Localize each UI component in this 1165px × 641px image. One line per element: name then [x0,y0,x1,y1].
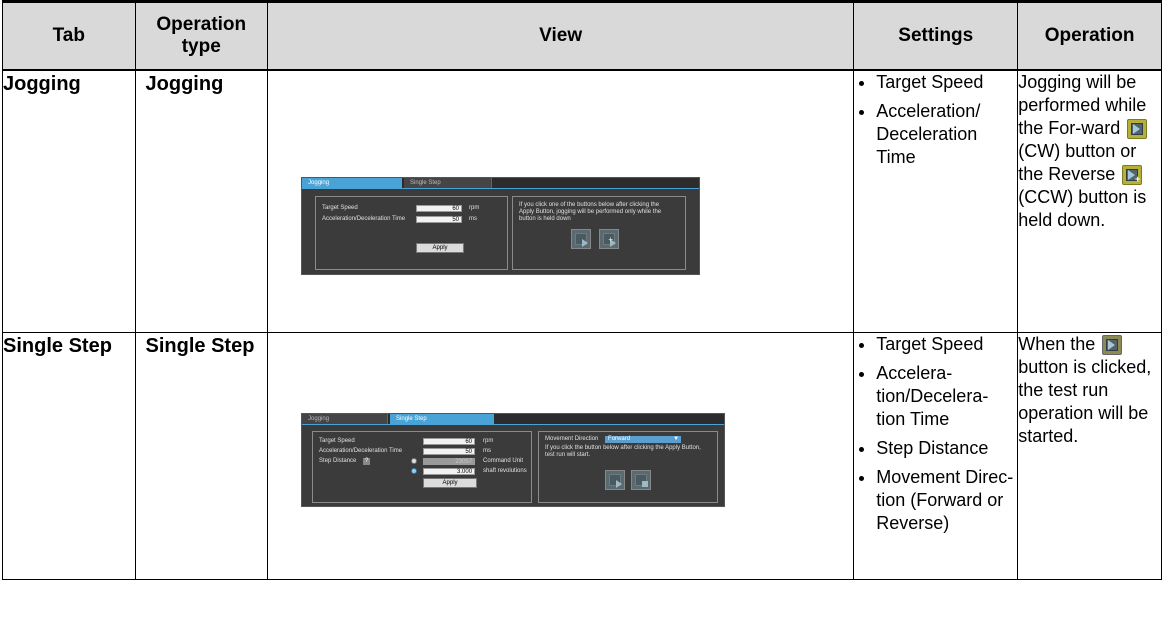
test-run-table: Tab Operation type View Settings Operati… [2,0,1162,580]
forward-icon [1127,119,1148,140]
help-icon[interactable]: ? [363,457,371,465]
apply-button[interactable]: Apply [423,477,478,488]
operation-type-cell: Single Step [134,331,269,580]
settings-cell-jogging: Target Speed Acceleration/ Deceleration … [853,69,1019,333]
header-operation-type: Operation type [134,0,269,71]
target-speed-input[interactable]: 60 [416,205,463,212]
jog-info-text: If you click one of the buttons below af… [519,202,662,222]
list-item: Movement Direc-tion (Forward or Reverse) [876,466,1017,535]
start-icon [1102,334,1123,355]
direction-box: Movement Direction Forward ▼ If you clic… [538,430,719,503]
operation-cell-single-step: When the button is clicked, the test run… [1017,331,1162,580]
jog-reverse-button[interactable]: + [599,229,620,249]
step-info-text: If you click the button below after clic… [545,444,701,458]
step-distance-label: Step Distance [319,457,357,464]
header-view: View [267,0,855,71]
apply-button[interactable]: Apply [416,243,465,253]
view-cell-single-step: Jogging Single Step Target Speed 60 rpm … [267,331,855,580]
header-tab: Tab [2,0,136,71]
operation-text-2: (CW) button or the Reverse [1018,141,1137,184]
tab-cell: Jogging [2,69,136,333]
step-unit-revolutions: shaft revolutions [483,467,527,474]
target-speed-unit: rpm [483,437,494,444]
header-row: Tab Operation type View Settings Operati… [2,0,1162,71]
operation-type-cell: Jogging [134,69,269,333]
settings-box: Target Speed 60 rpm Acceleration/Deceler… [312,430,533,503]
operation-text-3: (CCW) button is held down. [1018,187,1147,230]
step-unit-radio-revolutions[interactable] [411,467,418,474]
chevron-down-icon: ▼ [673,435,680,442]
jogging-panel: Jogging Single Step Target Speed 60 rpm … [301,177,701,275]
direction-value: Forward [608,435,631,442]
direction-select[interactable]: Forward ▼ [605,435,682,443]
step-start-button[interactable] [605,469,626,490]
panel-tabbar: Jogging Single Step [302,178,700,189]
panel-tabbar: Jogging Single Step [302,413,725,425]
header-settings: Settings [853,0,1019,71]
tab-single-step[interactable]: Single Step [390,413,495,424]
settings-list: Target Speed Acceleration/ Deceleration … [854,71,1017,169]
tab-cell: Single Step [2,331,136,580]
accel-label: Acceleration/Deceleration Time [322,216,406,222]
tab-single-step[interactable]: Single Step [404,178,493,188]
list-item: Step Distance [876,437,1017,460]
step-unit-command: Command Unit [483,457,524,464]
direction-label: Movement Direction [545,435,599,442]
reverse-icon: + [1122,165,1143,186]
accel-unit: ms [469,216,478,222]
target-speed-input[interactable]: 60 [423,437,476,445]
stop-icon [635,473,649,487]
target-speed-unit: rpm [469,205,480,211]
header-operation: Operation [1017,0,1162,71]
settings-cell-single-step: Target Speed Accelera-tion/Decelera-tion… [853,331,1019,580]
step-unit-radio-command[interactable] [411,457,418,464]
view-cell-jogging: Jogging Single Step Target Speed 60 rpm … [267,69,855,333]
list-item: Target Speed [876,71,1017,94]
jog-forward-button[interactable] [571,229,592,249]
operation-cell-jogging: Jogging will be performed while the For-… [1017,69,1162,333]
accel-unit: ms [483,447,492,454]
operation-text-1: When the [1018,333,1096,354]
tab-jogging[interactable]: Jogging [302,178,403,188]
step-distance-revolutions-input[interactable]: 3.000 [423,467,476,475]
single-step-panel: Jogging Single Step Target Speed 60 rpm … [301,412,726,507]
accel-label: Acceleration/Deceleration Time [319,447,403,454]
step-distance-command-input: 23057 [423,457,476,465]
target-speed-label: Target Speed [322,205,358,211]
jog-reverse-icon: + [603,233,617,247]
jog-box: If you click one of the buttons below af… [512,196,687,270]
accel-input[interactable]: 50 [416,216,463,223]
settings-list: Target Speed Accelera-tion/Decelera-tion… [854,333,1017,535]
table-row-single-step: Single Step Single Step Jogging Single S… [2,331,1162,580]
step-stop-button[interactable] [631,469,652,490]
table-row-jogging: Jogging Jogging Jogging Single Step Targ… [2,69,1162,333]
play-icon [609,473,623,488]
list-item: Accelera-tion/Decelera-tion Time [876,362,1017,431]
accel-input[interactable]: 50 [423,447,476,455]
settings-box: Target Speed 60 rpm Acceleration/Deceler… [315,196,509,270]
operation-text-2: button is clicked, the test run operatio… [1018,356,1152,446]
target-speed-label: Target Speed [319,437,355,444]
list-item: Target Speed [876,333,1017,356]
tab-jogging[interactable]: Jogging [302,413,389,424]
jog-forward-icon [575,233,589,247]
list-item: Acceleration/ Deceleration Time [876,100,1017,169]
